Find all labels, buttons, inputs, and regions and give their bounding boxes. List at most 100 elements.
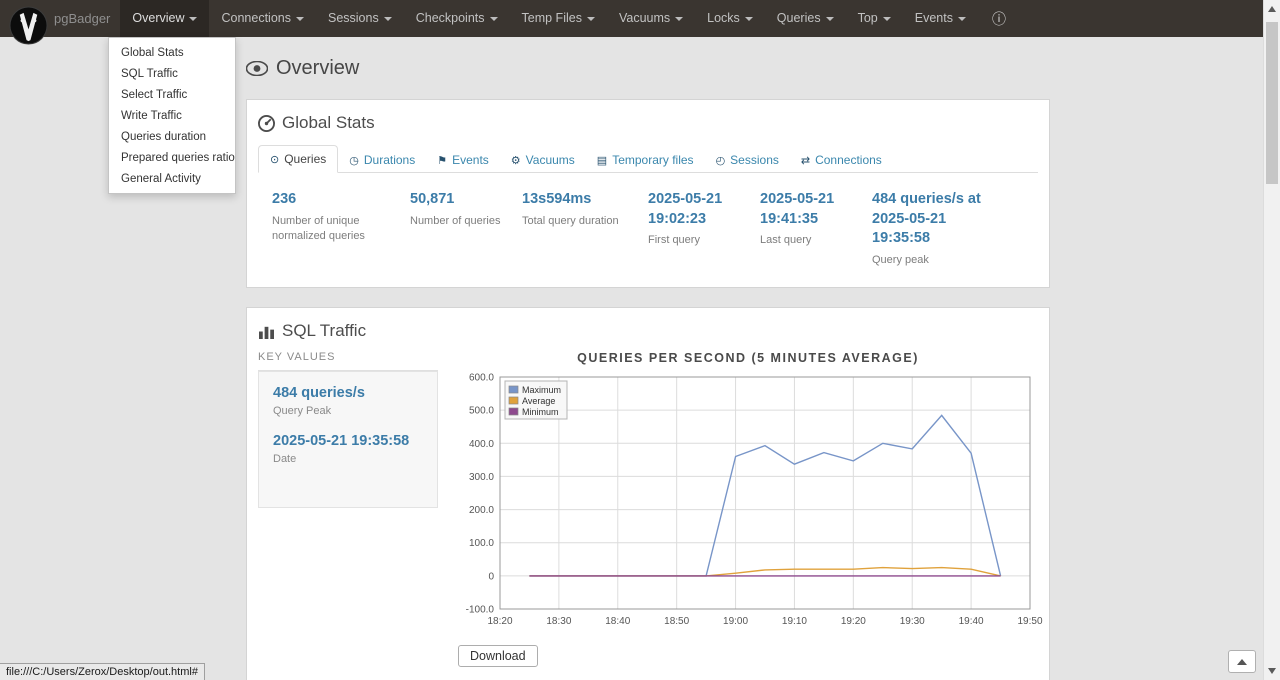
- svg-text:Average: Average: [522, 396, 555, 406]
- nav-locks-label: Locks: [707, 11, 740, 25]
- nav-checkpoints[interactable]: Checkpoints: [404, 0, 510, 37]
- scrollbar-thumb[interactable]: [1266, 22, 1278, 184]
- svg-text:Maximum: Maximum: [522, 385, 561, 395]
- tab-temporary-files[interactable]: ▤ Temporary files: [586, 147, 705, 173]
- key-values-column: KEY VALUES 484 queries/s Query Peak 2025…: [258, 351, 438, 667]
- brand[interactable]: pgBadger: [54, 11, 110, 26]
- temporary-files-icon: ▤: [597, 154, 607, 167]
- svg-text:19:30: 19:30: [900, 616, 925, 627]
- stat-value: 13s594ms: [522, 190, 628, 210]
- download-button[interactable]: Download: [458, 645, 538, 667]
- svg-text:19:10: 19:10: [782, 616, 807, 627]
- stat-query-peak: 484 queries/s at 2025-05-21 19:35:58 Que…: [872, 190, 984, 268]
- nav-overview[interactable]: Overview: [120, 0, 209, 37]
- svg-text:300.0: 300.0: [469, 472, 494, 483]
- tab-events[interactable]: ⚑Events: [426, 147, 500, 173]
- key-label-query-peak: Query Peak: [273, 405, 423, 417]
- vertical-scrollbar[interactable]: [1263, 0, 1280, 680]
- browser-status-bar: file:///C:/Users/Zerox/Desktop/out.html#: [0, 663, 205, 680]
- svg-text:100.0: 100.0: [469, 538, 494, 549]
- menu-item-write-traffic[interactable]: Write Traffic: [109, 105, 235, 126]
- nav-checkpoints-label: Checkpoints: [416, 11, 485, 25]
- key-value-query-peak: 484 queries/s: [273, 385, 423, 401]
- scrollbar-up-arrow-icon[interactable]: [1268, 6, 1276, 12]
- sql-traffic-panel: SQL Traffic KEY VALUES 484 queries/s Que…: [246, 307, 1050, 680]
- caret-down-icon: [384, 17, 392, 21]
- stat-value: 2025-05-21 19:02:23: [648, 190, 740, 229]
- nav-queries[interactable]: Queries: [765, 0, 846, 37]
- sql-traffic-title-text: SQL Traffic: [282, 321, 366, 341]
- nav-queries-label: Queries: [777, 11, 821, 25]
- nav-locks[interactable]: Locks: [695, 0, 765, 37]
- durations-icon: ◷: [349, 154, 359, 167]
- svg-text:18:50: 18:50: [664, 616, 689, 627]
- global-stats-title-text: Global Stats: [282, 113, 375, 133]
- scrollbar-down-arrow-icon[interactable]: [1268, 668, 1276, 674]
- svg-text:-100.0: -100.0: [466, 605, 495, 616]
- caret-down-icon: [745, 17, 753, 21]
- key-values-box: 484 queries/s Query Peak 2025-05-21 19:3…: [258, 371, 438, 508]
- overview-dropdown-menu: Global Stats SQL Traffic Select Traffic …: [108, 37, 236, 194]
- tab-sessions[interactable]: ◴ Sessions: [705, 147, 790, 173]
- nav-temp-files-label: Temp Files: [522, 11, 582, 25]
- key-label-date: Date: [273, 453, 423, 465]
- key-values-heading: KEY VALUES: [258, 351, 438, 371]
- tab-vacuums[interactable]: ⚙Vacuums: [500, 147, 586, 173]
- caret-down-icon: [675, 17, 683, 21]
- chart-title: QUERIES PER SECOND (5 MINUTES AVERAGE): [458, 351, 1038, 365]
- sessions-icon: ◴: [716, 154, 726, 167]
- stat-value: 2025-05-21 19:41:35: [760, 190, 852, 229]
- menu-item-general-activity[interactable]: General Activity: [109, 168, 235, 189]
- menu-item-prepared-queries-ratio[interactable]: Prepared queries ratio: [109, 147, 235, 168]
- nav-vacuums[interactable]: Vacuums: [607, 0, 695, 37]
- stat-value: 50,871: [410, 190, 502, 210]
- main-content: Overview Global Stats ⊙Queries ◷Duration…: [246, 37, 1050, 680]
- svg-text:19:00: 19:00: [723, 616, 748, 627]
- menu-item-global-stats[interactable]: Global Stats: [109, 42, 235, 63]
- stat-label: Query peak: [872, 253, 984, 268]
- tab-sessions-label: Sessions: [730, 153, 779, 167]
- nav-events[interactable]: Events: [903, 0, 978, 37]
- menu-item-select-traffic[interactable]: Select Traffic: [109, 84, 235, 105]
- menu-item-sql-traffic[interactable]: SQL Traffic: [109, 63, 235, 84]
- info-icon[interactable]: ⓘ: [992, 9, 1006, 29]
- svg-text:Minimum: Minimum: [522, 407, 559, 417]
- stat-label: Number of queries: [410, 214, 502, 229]
- nav-sessions[interactable]: Sessions: [316, 0, 404, 37]
- stat-number-of-queries: 50,871 Number of queries: [410, 190, 502, 268]
- nav-top[interactable]: Top: [846, 0, 903, 37]
- vacuums-icon: ⚙: [511, 154, 521, 167]
- nav-connections-label: Connections: [221, 11, 291, 25]
- sql-traffic-title: SQL Traffic: [258, 321, 1038, 341]
- caret-down-icon: [189, 17, 197, 21]
- stat-unique-normalized-queries: 236 Number of unique normalized queries: [272, 190, 390, 268]
- svg-text:19:20: 19:20: [841, 616, 866, 627]
- svg-text:18:40: 18:40: [605, 616, 630, 627]
- eye-icon: [246, 61, 268, 76]
- svg-text:19:50: 19:50: [1017, 616, 1042, 627]
- caret-down-icon: [587, 17, 595, 21]
- tab-temporary-files-label: Temporary files: [612, 153, 693, 167]
- svg-text:18:30: 18:30: [546, 616, 571, 627]
- caret-down-icon: [490, 17, 498, 21]
- tab-queries[interactable]: ⊙Queries: [258, 145, 338, 173]
- global-stats-title: Global Stats: [258, 113, 1038, 133]
- back-to-top-button[interactable]: [1228, 650, 1256, 673]
- chart-canvas: 18:2018:3018:4018:5019:0019:1019:2019:30…: [458, 367, 1036, 635]
- nav-temp-files[interactable]: Temp Files: [510, 0, 607, 37]
- caret-down-icon: [296, 17, 304, 21]
- nav-events-label: Events: [915, 11, 953, 25]
- nav-top-label: Top: [858, 11, 878, 25]
- nav-connections[interactable]: Connections: [209, 0, 316, 37]
- connections-icon: ⇄: [801, 154, 810, 167]
- global-stats-tabbar: ⊙Queries ◷ Durations ⚑Events ⚙Vacuums ▤ Te…: [258, 145, 1038, 173]
- pgbadger-logo-icon[interactable]: [9, 6, 48, 45]
- tab-durations[interactable]: ◷ Durations: [338, 147, 426, 173]
- caret-down-icon: [958, 17, 966, 21]
- tab-connections[interactable]: ⇄Connections: [790, 147, 893, 173]
- nav-sessions-label: Sessions: [328, 11, 379, 25]
- tab-durations-label: Durations: [364, 153, 415, 167]
- menu-item-queries-duration[interactable]: Queries duration: [109, 126, 235, 147]
- stat-value: 484 queries/s at 2025-05-21 19:35:58: [872, 190, 984, 249]
- stat-first-query: 2025-05-21 19:02:23 First query: [648, 190, 740, 268]
